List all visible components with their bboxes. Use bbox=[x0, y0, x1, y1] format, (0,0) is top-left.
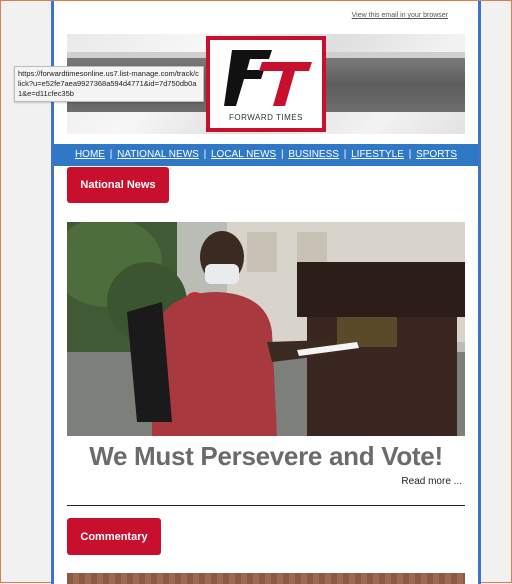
national-news-button[interactable]: National News bbox=[67, 167, 169, 203]
article-photo[interactable] bbox=[67, 222, 465, 436]
commentary-button[interactable]: Commentary bbox=[67, 518, 161, 555]
main-nav: HOME | NATIONAL NEWS | LOCAL NEWS | BUSI… bbox=[54, 144, 478, 166]
voter-mailbox-image bbox=[67, 222, 465, 436]
nav-separator: | bbox=[343, 149, 347, 160]
nav-business[interactable]: BUSINESS bbox=[288, 149, 339, 160]
logo-caption: FORWARD TIMES bbox=[229, 113, 303, 122]
article-headline[interactable]: We Must Persevere and Vote! bbox=[67, 441, 465, 472]
view-in-browser-link[interactable]: View this email in your browser bbox=[352, 12, 448, 19]
nav-separator: | bbox=[408, 149, 412, 160]
nav-separator: | bbox=[203, 149, 207, 160]
commentary-photo[interactable] bbox=[67, 573, 465, 584]
section-divider bbox=[67, 505, 465, 506]
nav-home[interactable]: HOME bbox=[75, 149, 105, 160]
nav-lifestyle[interactable]: LIFESTYLE bbox=[351, 149, 404, 160]
nav-separator: | bbox=[109, 149, 113, 160]
ft-logo-mark bbox=[224, 50, 312, 106]
nav-national-news[interactable]: NATIONAL NEWS bbox=[117, 149, 199, 160]
nav-sports[interactable]: SPORTS bbox=[416, 149, 457, 160]
nav-separator: | bbox=[280, 149, 284, 160]
link-url-tooltip: https://forwardtimesonline.us7.list-mana… bbox=[14, 66, 204, 102]
forward-times-logo[interactable]: FORWARD TIMES bbox=[206, 36, 326, 132]
nav-local-news[interactable]: LOCAL NEWS bbox=[211, 149, 276, 160]
read-more-link[interactable]: Read more ... bbox=[401, 476, 462, 487]
